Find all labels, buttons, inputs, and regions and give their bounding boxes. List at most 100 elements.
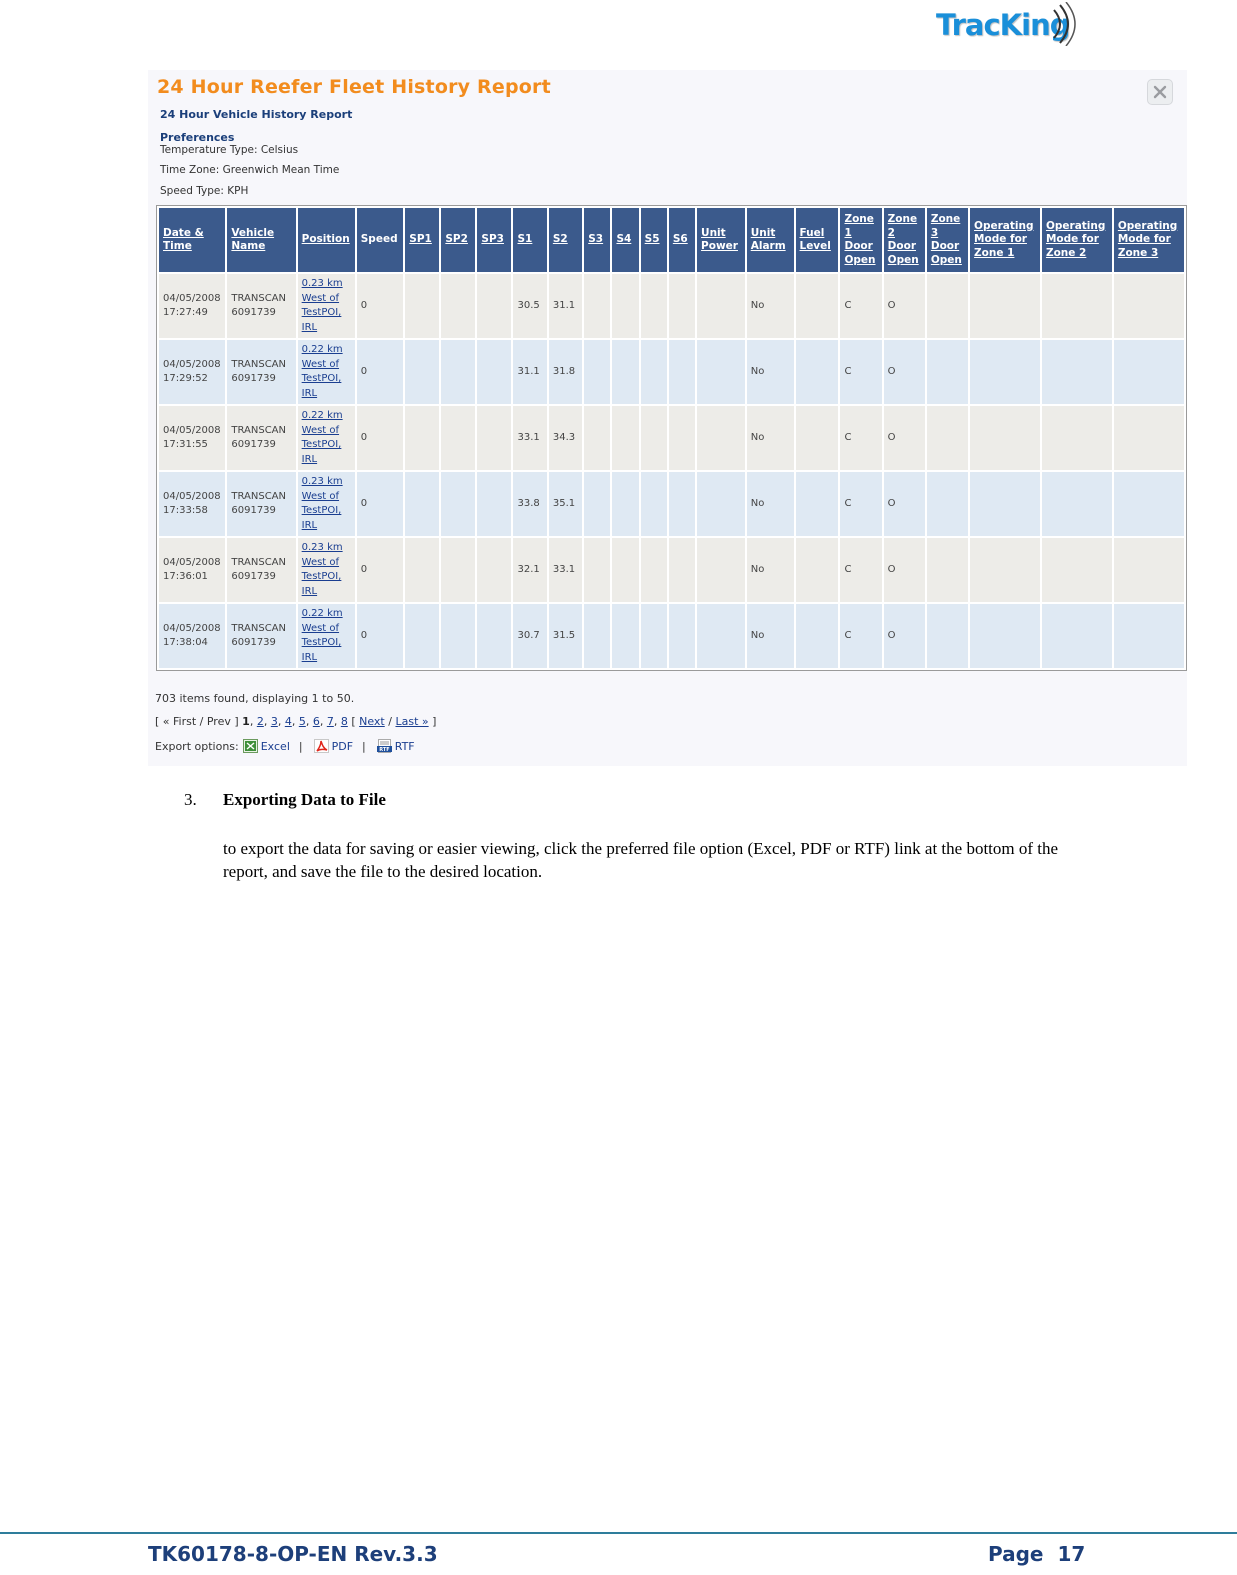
cell-position[interactable]: 0.22 km West of TestPOI, IRL — [297, 406, 355, 470]
pager-last-link[interactable]: Last » — [395, 715, 428, 728]
export-pdf-link[interactable]: PDF — [310, 739, 353, 753]
column-header-label[interactable]: Zone 1 Door Open — [844, 213, 875, 266]
close-icon — [1153, 85, 1167, 99]
position-link[interactable]: 0.22 km West of TestPOI, IRL — [302, 410, 343, 465]
pager-page-2[interactable]: 2 — [257, 715, 264, 728]
cell-sp3 — [477, 472, 512, 536]
column-header-label[interactable]: Unit Power — [701, 227, 738, 253]
column-header-unit-power[interactable]: Unit Power — [697, 208, 745, 272]
column-header-position[interactable]: Position — [297, 208, 355, 272]
cell-s1: 30.5 — [513, 274, 547, 338]
pager-current-page: 1 — [242, 715, 250, 728]
column-header-s1[interactable]: S1 — [513, 208, 547, 272]
column-header-date-time[interactable]: Date & Time — [159, 208, 226, 272]
header-text-line: Open — [887, 253, 919, 266]
pager-page-5[interactable]: 5 — [299, 715, 306, 728]
column-header-s2[interactable]: S2 — [548, 208, 583, 272]
export-excel-link[interactable]: Excel — [239, 739, 290, 753]
column-header-op-mode-zone3[interactable]: Operating Mode for Zone 3 — [1113, 208, 1184, 272]
cell-date-time: 04/05/2008 17:33:58 — [159, 472, 226, 536]
position-link[interactable]: 0.23 km West of TestPOI, IRL — [302, 476, 343, 531]
column-header-label[interactable]: Zone 3 Door Open — [931, 213, 962, 266]
column-header-label[interactable]: S4 — [616, 233, 631, 245]
close-button[interactable] — [1147, 79, 1173, 105]
column-header-s3[interactable]: S3 — [584, 208, 611, 272]
position-link[interactable]: 0.22 km West of TestPOI, IRL — [302, 344, 343, 399]
cell-vehicle-name: TRANSCAN 6091739 — [227, 604, 296, 668]
column-header-zone1-door-open[interactable]: Zone 1 Door Open — [840, 208, 882, 272]
header-text-line: Zone 1 — [974, 246, 1015, 259]
footer-divider — [0, 1532, 1237, 1534]
column-header-label[interactable]: Operating Mode for Zone 1 — [974, 220, 1033, 259]
column-header-label[interactable]: SP2 — [445, 233, 468, 245]
header-text-line: Mode for — [974, 233, 1027, 246]
column-header-label[interactable]: SP1 — [409, 233, 432, 245]
pager-page-3[interactable]: 3 — [271, 715, 278, 728]
cell-vehicle: TRANSCAN — [231, 424, 286, 436]
column-header-sp1[interactable]: SP1 — [405, 208, 440, 272]
pager-page-6[interactable]: 6 — [313, 715, 320, 728]
column-header-s5[interactable]: S5 — [640, 208, 667, 272]
cell-position[interactable]: 0.23 km West of TestPOI, IRL — [297, 472, 355, 536]
table-row: 04/05/2008 17:29:52 TRANSCAN 6091739 0.22 km… — [159, 340, 1184, 404]
cell-position[interactable]: 0.22 km West of TestPOI, IRL — [297, 604, 355, 668]
column-header-fuel-level[interactable]: Fuel Level — [795, 208, 839, 272]
pager-next-link[interactable]: Next — [359, 715, 385, 728]
column-header-label[interactable]: Operating Mode for Zone 3 — [1118, 220, 1177, 259]
cell-vehicle-name: TRANSCAN 6091739 — [227, 472, 296, 536]
column-header-label[interactable]: Zone 2 Door Open — [888, 213, 919, 266]
cell-zone2-door: O — [883, 538, 925, 602]
column-header-label[interactable]: S1 — [517, 233, 532, 245]
cell-op-mode-z2 — [1041, 538, 1112, 602]
cell-position[interactable]: 0.23 km West of TestPOI, IRL — [297, 274, 355, 338]
cell-sp2 — [441, 274, 476, 338]
cell-zone1-door: C — [840, 538, 882, 602]
cell-zone2-door: O — [883, 340, 925, 404]
header-text-line: Date & — [163, 226, 204, 239]
signal-arcs-icon — [1053, 2, 1076, 46]
column-header-zone3-door-open[interactable]: Zone 3 Door Open — [926, 208, 969, 272]
cell-s3 — [584, 538, 611, 602]
column-header-label[interactable]: Operating Mode for Zone 2 — [1046, 220, 1105, 259]
column-header-op-mode-zone1[interactable]: Operating Mode for Zone 1 — [970, 208, 1040, 272]
pager-page-8[interactable]: 8 — [341, 715, 348, 728]
cell-s2: 34.3 — [548, 406, 583, 470]
column-header-op-mode-zone2[interactable]: Operating Mode for Zone 2 — [1041, 208, 1112, 272]
column-header-sp3[interactable]: SP3 — [477, 208, 512, 272]
position-link[interactable]: 0.23 km West of TestPOI, IRL — [302, 542, 343, 597]
pager-page-4[interactable]: 4 — [285, 715, 292, 728]
column-header-s4[interactable]: S4 — [612, 208, 639, 272]
cell-position[interactable]: 0.22 km West of TestPOI, IRL — [297, 340, 355, 404]
cell-s2: 31.5 — [548, 604, 583, 668]
export-rtf-link[interactable]: RTF RTF — [373, 739, 415, 753]
column-header-label[interactable]: S2 — [553, 233, 568, 245]
pager-bracket-open: [ — [351, 715, 356, 728]
position-link[interactable]: 0.22 km West of TestPOI, IRL — [302, 608, 343, 663]
position-link[interactable]: 0.23 km West of TestPOI, IRL — [302, 278, 343, 333]
column-header-label[interactable]: Position — [302, 233, 350, 245]
column-header-unit-alarm[interactable]: Unit Alarm — [746, 208, 794, 272]
column-header-label[interactable]: SP3 — [481, 233, 504, 245]
column-header-label[interactable]: S3 — [588, 233, 603, 245]
column-header-label[interactable]: S5 — [645, 233, 660, 245]
column-header-sp2[interactable]: SP2 — [441, 208, 476, 272]
cell-position[interactable]: 0.23 km West of TestPOI, IRL — [297, 538, 355, 602]
column-header-label[interactable]: Vehicle Name — [231, 227, 274, 253]
column-header-label[interactable]: S6 — [673, 233, 688, 245]
header-text-line: S6 — [672, 233, 688, 246]
table-header-row: Date & Time Vehicle Name Position Speed SP1 SP2… — [159, 208, 1184, 272]
cell-zone1-door: C — [840, 406, 882, 470]
pager-page-7[interactable]: 7 — [327, 715, 334, 728]
column-header-label[interactable]: Date & Time — [163, 227, 204, 253]
cell-s3 — [584, 274, 611, 338]
cell-sp1 — [405, 274, 440, 338]
cell-unit-power — [697, 340, 745, 404]
column-header-label[interactable]: Unit Alarm — [751, 227, 786, 253]
column-header-s6[interactable]: S6 — [668, 208, 696, 272]
column-header-label[interactable]: Fuel Level — [800, 227, 831, 253]
column-header-vehicle-name[interactable]: Vehicle Name — [227, 208, 296, 272]
cell-zone1-door: C — [840, 472, 882, 536]
cell-s1: 32.1 — [513, 538, 547, 602]
column-header-zone2-door-open[interactable]: Zone 2 Door Open — [883, 208, 925, 272]
cell-sp2 — [441, 406, 476, 470]
